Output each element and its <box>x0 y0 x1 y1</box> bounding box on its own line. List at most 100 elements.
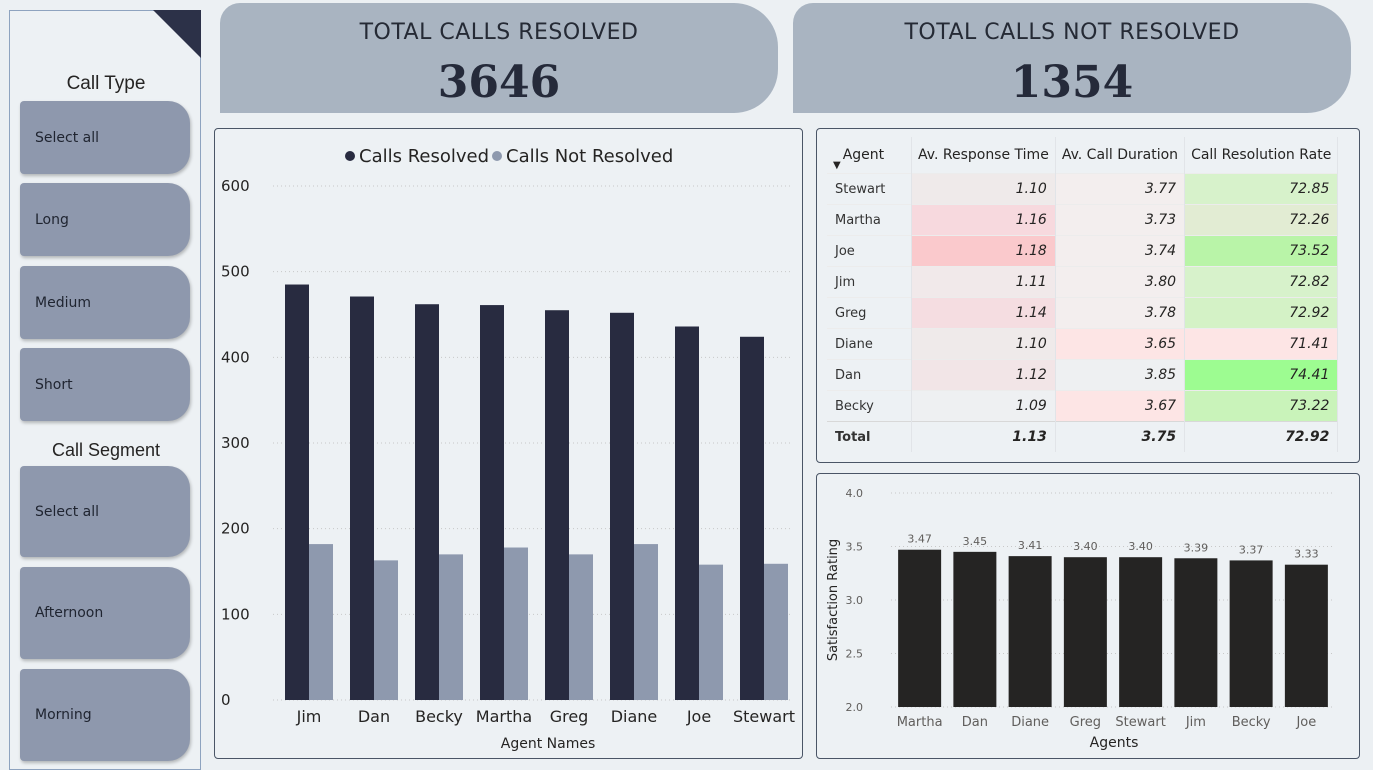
metric-cell: 3.67 <box>1055 390 1186 422</box>
agent-metrics-table-visual[interactable]: ▼Agent Av. Response Time Av. Call Durati… <box>816 128 1360 463</box>
corner-triangle-icon <box>153 10 201 58</box>
x-tick-label: Diane <box>611 707 658 726</box>
table-row[interactable]: Diane 1.10 3.65 71.41 <box>827 328 1339 360</box>
data-label: 3.37 <box>1239 543 1264 556</box>
call-segment-select-all-button[interactable]: Select all <box>20 466 190 557</box>
call-type-select-all-button[interactable]: Select all <box>20 101 190 174</box>
y-tick-label: 500 <box>221 263 250 281</box>
x-tick-label: Diane <box>1011 715 1049 730</box>
bar-calls-resolved <box>740 336 764 700</box>
metric-cell: 1.10 <box>911 173 1056 205</box>
total-value-cell: 3.75 <box>1055 421 1186 452</box>
bar-calls-not-resolved <box>634 544 658 700</box>
call-type-slicer-title: Call Type <box>66 73 146 94</box>
kpi-card-resolved: TOTAL CALLS RESOLVED 3646 <box>220 3 778 113</box>
metric-cell: 74.41 <box>1184 359 1339 391</box>
y-tick-label: 400 <box>221 348 250 366</box>
calls-by-agent-chart[interactable]: 0 100 200 300 400 500 600 Jim Dan Becky Martha Greg… <box>214 128 803 759</box>
metric-cell: 1.11 <box>911 266 1056 298</box>
agent-name-cell: Greg <box>827 297 912 329</box>
metric-cell: 73.52 <box>1184 235 1339 267</box>
kpi-resolved-value: 3646 <box>437 57 561 108</box>
metric-cell: 1.09 <box>911 390 1056 422</box>
x-axis-title: Agents <box>1090 735 1139 751</box>
y-tick-label: 3.5 <box>846 541 864 554</box>
metric-cell: 73.22 <box>1184 390 1339 422</box>
total-value-cell: 1.13 <box>911 421 1056 452</box>
bar-calls-resolved <box>545 310 569 700</box>
satisfaction-chart[interactable]: 2.0 2.5 3.0 3.5 4.0 3.47 Martha 3.45 Dan 3.41 Dian… <box>816 473 1360 759</box>
bar-calls-resolved <box>285 284 309 700</box>
metric-cell: 3.78 <box>1055 297 1186 329</box>
table-row[interactable]: Stewart 1.10 3.77 72.85 <box>827 173 1339 205</box>
y-tick-label: 0 <box>221 691 231 709</box>
y-tick-label: 100 <box>221 605 250 623</box>
x-tick-label: Martha <box>476 707 532 726</box>
agent-name-cell: Diane <box>827 328 912 360</box>
legend-label-calls-resolved: Calls Resolved <box>359 146 489 167</box>
bar-calls-resolved <box>480 305 504 700</box>
x-tick-label: Greg <box>1070 715 1101 730</box>
bar-satisfaction <box>1063 557 1107 707</box>
metric-cell: 3.85 <box>1055 359 1186 391</box>
x-tick-label: Jim <box>1185 715 1206 730</box>
data-label: 3.33 <box>1294 548 1319 561</box>
bar-calls-resolved <box>415 304 439 700</box>
agent-name-cell: Dan <box>827 359 912 391</box>
bar-calls-not-resolved <box>309 544 333 700</box>
column-header-call-duration[interactable]: Av. Call Duration <box>1055 137 1186 174</box>
x-axis-title: Agent Names <box>501 736 596 752</box>
x-tick-label: Martha <box>897 715 943 730</box>
bar-calls-not-resolved <box>439 554 463 700</box>
table-row[interactable]: Dan 1.12 3.85 74.41 <box>827 359 1339 391</box>
table-row[interactable]: Martha 1.16 3.73 72.26 <box>827 204 1339 236</box>
metric-cell: 72.85 <box>1184 173 1339 205</box>
bar-calls-resolved <box>610 312 634 700</box>
y-tick-label: 2.5 <box>846 648 864 661</box>
x-tick-label: Becky <box>415 707 463 726</box>
legend-marker-calls-resolved <box>345 151 355 161</box>
agent-name-cell: Joe <box>827 235 912 267</box>
bar-calls-not-resolved <box>374 560 398 700</box>
metric-cell: 1.14 <box>911 297 1056 329</box>
call-segment-slicer-title: Call Segment <box>51 440 161 460</box>
slicer-panel: Call Type Select all Long Medium Short C… <box>9 10 201 770</box>
table-row[interactable]: Greg 1.14 3.78 72.92 <box>827 297 1339 329</box>
table-row[interactable]: Jim 1.11 3.80 72.82 <box>827 266 1339 298</box>
y-tick-label: 600 <box>221 177 250 195</box>
table-row[interactable]: Becky 1.09 3.67 73.22 <box>827 390 1339 422</box>
total-value-cell: 72.92 <box>1184 421 1339 452</box>
data-label: 3.41 <box>1018 539 1043 552</box>
y-axis-title: Satisfaction Rating <box>826 539 841 661</box>
kpi-card-not-resolved: TOTAL CALLS NOT RESOLVED 1354 <box>793 3 1351 113</box>
bar-calls-not-resolved <box>569 554 593 700</box>
metric-cell: 3.73 <box>1055 204 1186 236</box>
call-type-long-button[interactable]: Long <box>20 183 190 256</box>
column-header-agent[interactable]: ▼Agent <box>827 137 912 174</box>
data-label: 3.47 <box>907 533 932 546</box>
kpi-resolved-label: TOTAL CALLS RESOLVED <box>359 20 639 45</box>
x-tick-label: Greg <box>550 707 589 726</box>
metric-cell: 1.16 <box>911 204 1056 236</box>
bar-satisfaction <box>898 549 942 707</box>
agent-metrics-table: ▼Agent Av. Response Time Av. Call Durati… <box>827 137 1339 452</box>
call-type-short-button[interactable]: Short <box>20 348 190 421</box>
bar-satisfaction <box>953 551 997 707</box>
metric-cell: 3.77 <box>1055 173 1186 205</box>
column-header-resolution-rate[interactable]: Call Resolution Rate <box>1184 137 1339 174</box>
call-segment-morning-button[interactable]: Morning <box>20 669 190 761</box>
call-type-medium-button[interactable]: Medium <box>20 266 190 339</box>
bar-calls-not-resolved <box>504 547 528 700</box>
sort-descending-icon: ▼ <box>833 160 841 171</box>
bar-satisfaction <box>1119 557 1163 707</box>
data-label: 3.40 <box>1073 540 1098 553</box>
agent-name-cell: Jim <box>827 266 912 298</box>
data-label: 3.45 <box>963 535 988 548</box>
table-row[interactable]: Joe 1.18 3.74 73.52 <box>827 235 1339 267</box>
satisfaction-chart-svg: 2.0 2.5 3.0 3.5 4.0 3.47 Martha 3.45 Dan 3.41 Dian… <box>826 487 1333 751</box>
metric-cell: 3.80 <box>1055 266 1186 298</box>
call-segment-afternoon-button[interactable]: Afternoon <box>20 567 190 659</box>
x-tick-label: Dan <box>962 715 988 730</box>
column-header-response-time[interactable]: Av. Response Time <box>911 137 1056 174</box>
metric-cell: 1.10 <box>911 328 1056 360</box>
